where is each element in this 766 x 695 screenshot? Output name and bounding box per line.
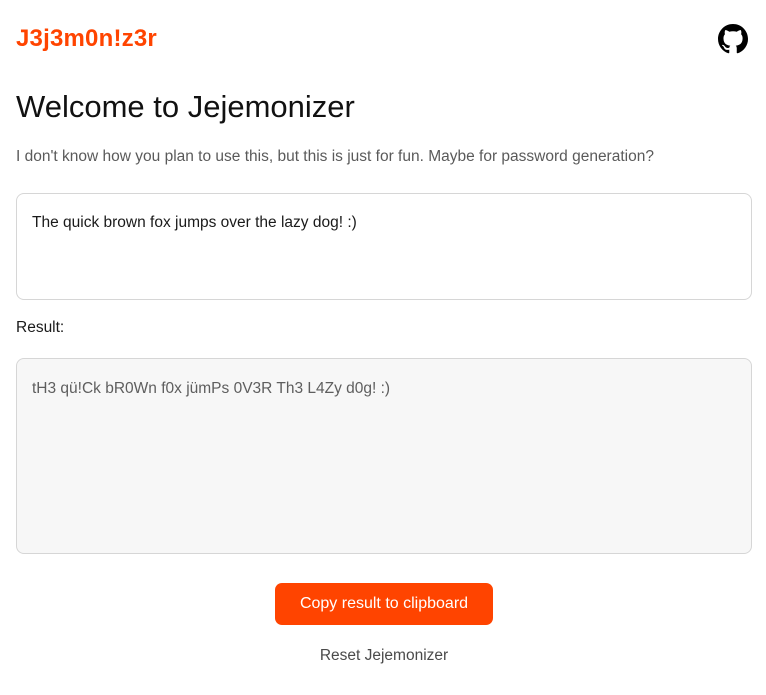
result-text: tH3 qü!Ck bR0Wn f0x jümPs 0V3R Th3 L4Zy … xyxy=(32,380,391,397)
result-label: Result: xyxy=(16,319,65,336)
reset-button[interactable]: Reset Jejemonizer xyxy=(320,647,448,665)
input-text: The quick brown fox jumps over the lazy … xyxy=(32,214,357,231)
actions: Copy result to clipboard Reset Jejemoniz… xyxy=(16,554,752,665)
github-icon xyxy=(718,24,748,54)
input-textarea[interactable]: The quick brown fox jumps over the lazy … xyxy=(16,193,752,300)
page: J3j3m0n!z3r Welcome to Jejemonizer I don… xyxy=(0,0,766,695)
github-link[interactable] xyxy=(718,24,748,54)
copy-result-button[interactable]: Copy result to clipboard xyxy=(275,583,493,625)
header: J3j3m0n!z3r xyxy=(16,0,752,80)
logo[interactable]: J3j3m0n!z3r xyxy=(16,25,157,53)
result-textarea[interactable]: tH3 qü!Ck bR0Wn f0x jümPs 0V3R Th3 L4Zy … xyxy=(16,358,752,554)
page-subtitle: I don't know how you plan to use this, b… xyxy=(16,148,654,165)
page-title: Welcome to Jejemonizer xyxy=(16,89,355,124)
